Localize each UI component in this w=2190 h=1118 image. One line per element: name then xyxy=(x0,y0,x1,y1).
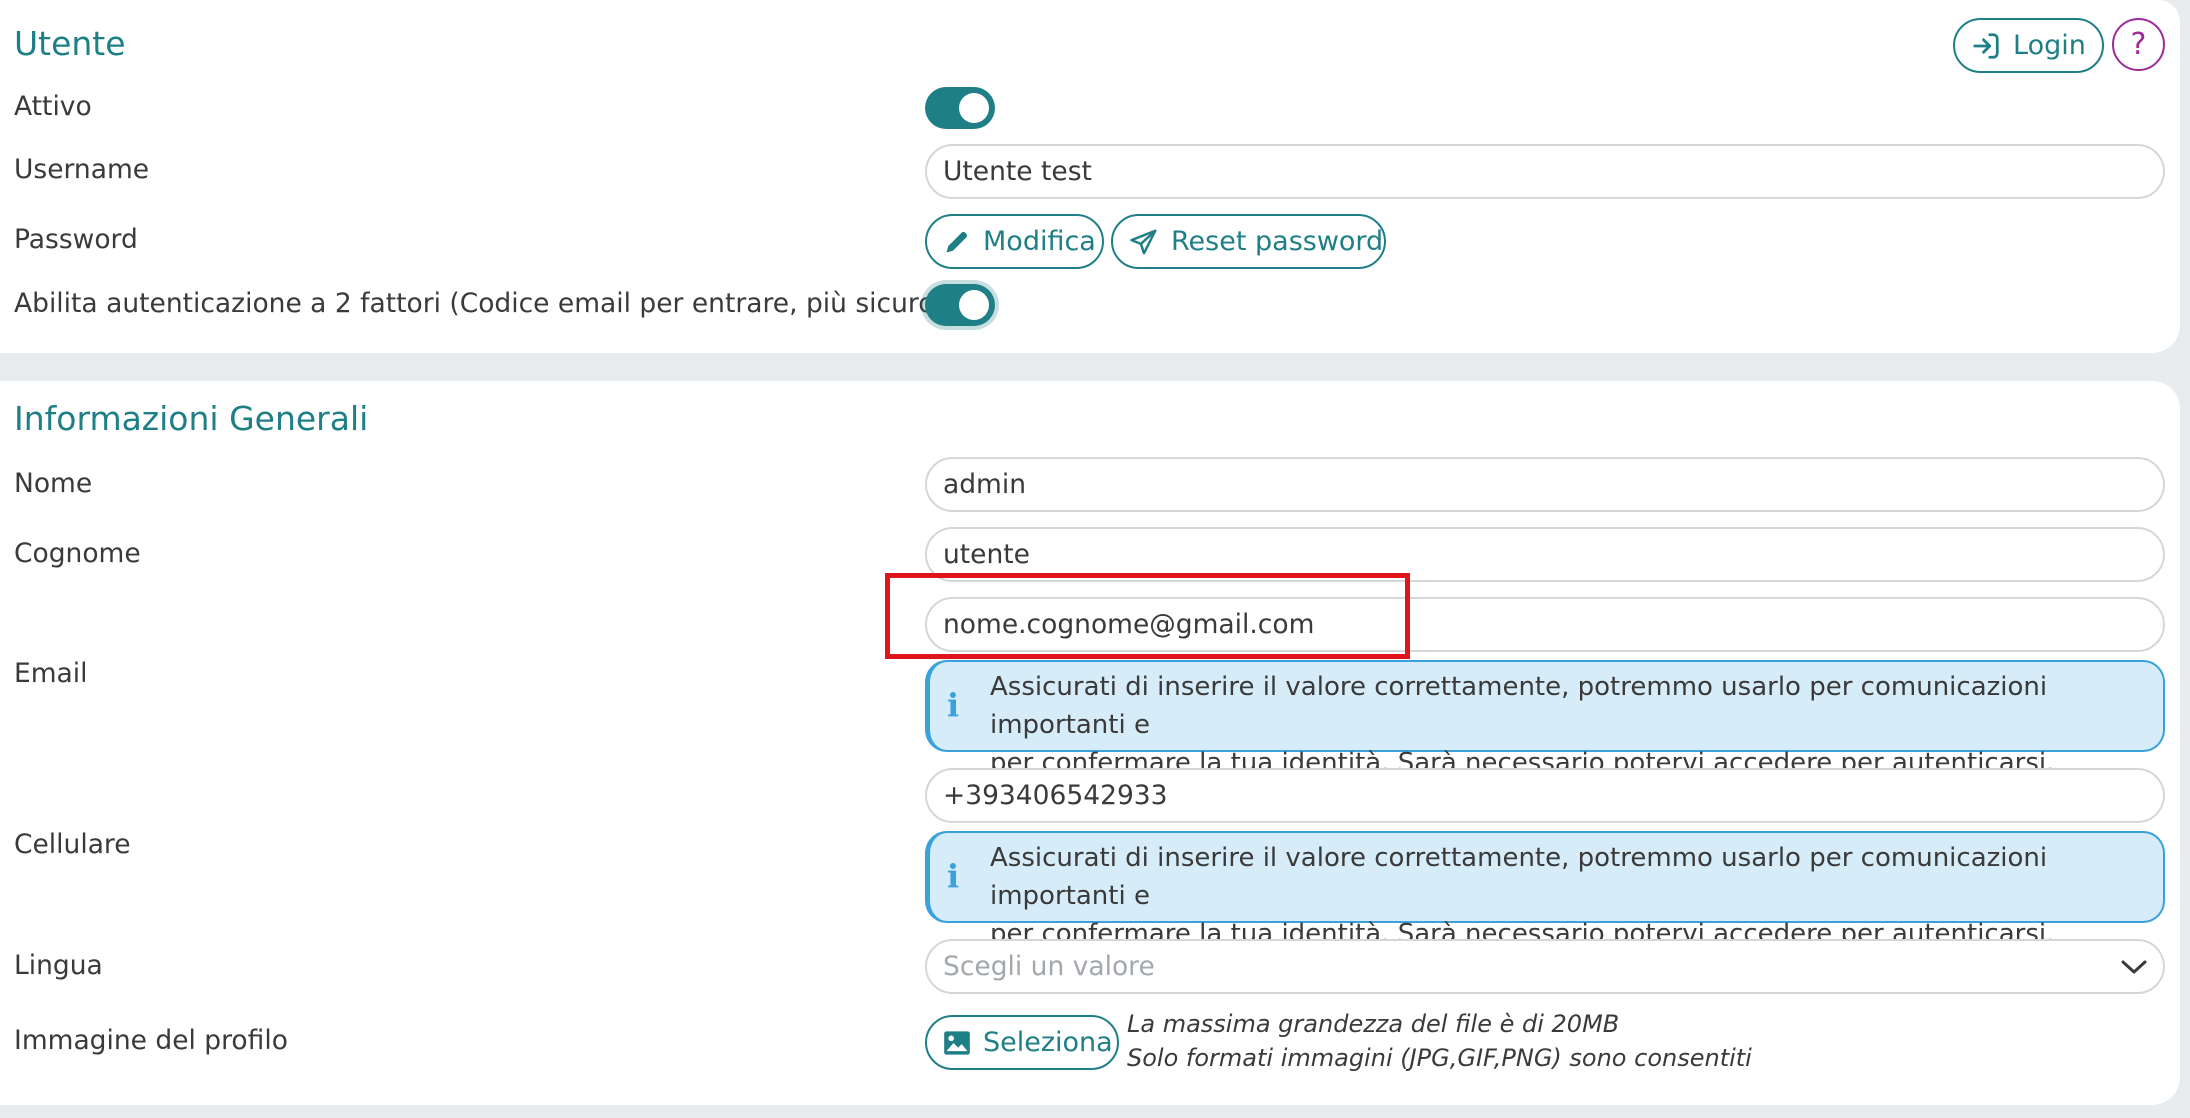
active-toggle[interactable] xyxy=(925,87,995,129)
select-image-button[interactable]: Seleziona xyxy=(925,1015,1119,1070)
mobile-label: Cellulare xyxy=(14,829,131,860)
login-icon xyxy=(1973,32,1999,59)
login-button[interactable]: Login xyxy=(1953,18,2104,73)
edit-password-button[interactable]: Modifica xyxy=(925,214,1104,269)
language-select[interactable]: Scegli un valore xyxy=(925,939,2165,994)
profile-image-label: Immagine del profilo xyxy=(14,1025,288,1056)
user-section-title: Utente xyxy=(14,24,126,63)
reset-password-label: Reset password xyxy=(1171,226,1384,257)
password-label: Password xyxy=(14,224,138,255)
username-input[interactable]: Utente test xyxy=(925,144,2165,199)
image-icon xyxy=(944,1030,970,1055)
two-factor-label: Abilita autenticazione a 2 fattori (Codi… xyxy=(14,288,945,319)
email-highlight-box xyxy=(885,573,1410,659)
mobile-alert-line-1: Assicurati di inserire il valore corrett… xyxy=(990,843,2048,911)
toggle-knob xyxy=(959,93,989,123)
general-section-title: Informazioni Generali xyxy=(14,399,369,438)
reset-password-button[interactable]: Reset password xyxy=(1111,214,1386,269)
select-image-label: Seleziona xyxy=(983,1027,1113,1058)
help-button[interactable]: ? xyxy=(2112,18,2165,71)
help-icon: ? xyxy=(2130,27,2147,62)
chevron-down-icon xyxy=(2121,960,2147,974)
email-label: Email xyxy=(14,658,88,689)
edit-password-label: Modifica xyxy=(983,226,1096,257)
username-label: Username xyxy=(14,154,150,185)
mobile-input[interactable]: +393406542933 xyxy=(925,768,2165,823)
first-name-label: Nome xyxy=(14,468,93,499)
general-info-card: Informazioni Generali Nome admin Cognome… xyxy=(0,381,2180,1105)
user-card: Utente Login ? Attivo Username Utente te… xyxy=(0,0,2180,353)
active-label: Attivo xyxy=(14,91,92,122)
language-label: Lingua xyxy=(14,950,103,981)
last-name-label: Cognome xyxy=(14,538,141,569)
two-factor-toggle[interactable] xyxy=(925,284,995,326)
send-icon xyxy=(1130,229,1157,254)
mobile-info-alert: i Assicurati di inserire il valore corre… xyxy=(925,831,2165,949)
language-select-placeholder: Scegli un valore xyxy=(943,951,1155,982)
pencil-icon xyxy=(946,231,968,252)
email-alert-line-1: Assicurati di inserire il valore corrett… xyxy=(990,672,2048,740)
login-label: Login xyxy=(2013,30,2086,61)
email-info-alert: i Assicurati di inserire il valore corre… xyxy=(925,660,2165,778)
first-name-input[interactable]: admin xyxy=(925,457,2165,512)
info-icon: i xyxy=(947,857,960,895)
info-icon: i xyxy=(947,686,960,724)
file-format-hint: Solo formati immagini (JPG,GIF,PNG) sono… xyxy=(1127,1044,1752,1072)
file-size-hint: La massima grandezza del file è di 20MB xyxy=(1127,1010,1620,1038)
toggle-knob xyxy=(959,290,989,320)
